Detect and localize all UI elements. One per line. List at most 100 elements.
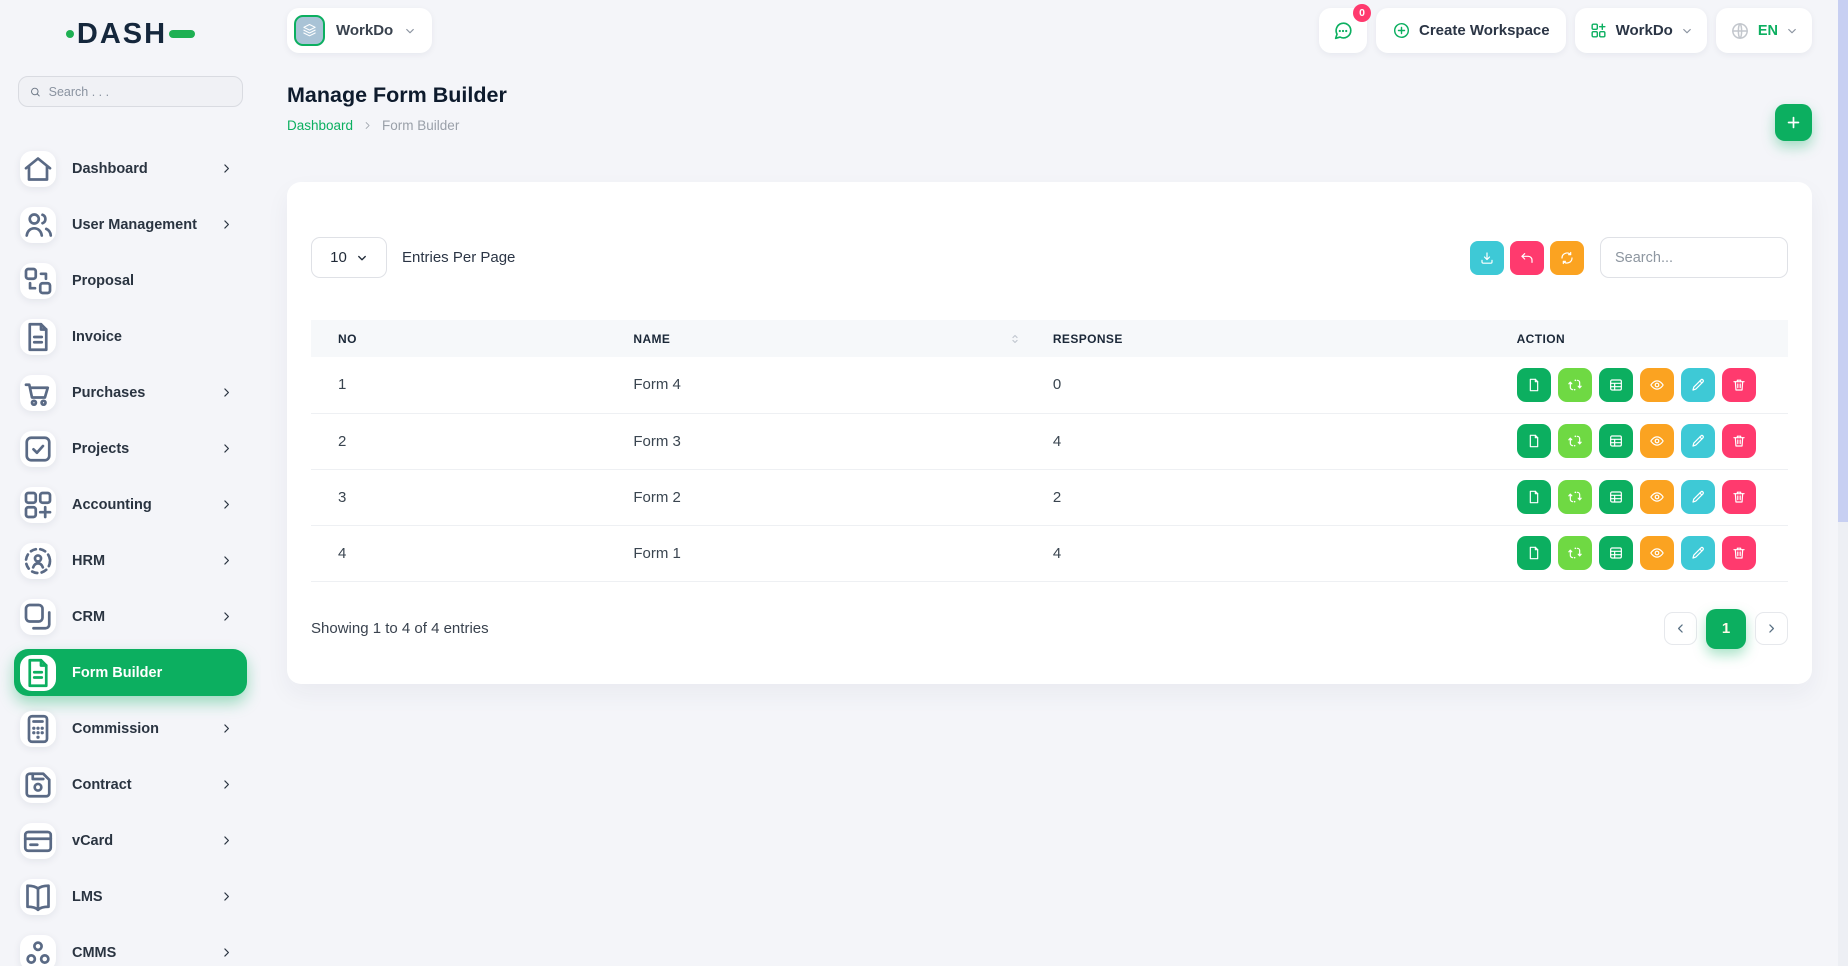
chevron-right-icon [220, 610, 233, 623]
sidebar-menu: Dashboard User Management Proposal Invoice P… [0, 145, 261, 966]
chevron-right-icon [1765, 622, 1778, 635]
convert-button[interactable] [1558, 424, 1592, 458]
chevron-left-icon [1674, 622, 1687, 635]
convert-button[interactable] [1558, 368, 1592, 402]
duplicate-button[interactable] [1517, 480, 1551, 514]
duplicate-button[interactable] [1517, 368, 1551, 402]
export-button[interactable] [1470, 241, 1504, 275]
message-icon [1332, 20, 1354, 42]
cell-name: Form 1 [606, 525, 1025, 581]
sidebar-item-form-builder[interactable]: Form Builder [14, 649, 247, 696]
workspace-selector[interactable]: WorkDo [287, 8, 432, 53]
sidebar-item-label: Accounting [72, 497, 152, 513]
column-header-label: NO [338, 332, 357, 346]
eye-icon [1649, 545, 1665, 561]
preview-button[interactable] [1640, 536, 1674, 570]
language-selector[interactable]: EN [1716, 8, 1812, 53]
cell-actions [1490, 357, 1788, 413]
sidebar-item-proposal[interactable]: Proposal [14, 257, 247, 304]
cell-actions [1490, 469, 1788, 525]
brand-logo: DASH [0, 0, 261, 68]
edit-button[interactable] [1681, 368, 1715, 402]
cmms-icon [20, 935, 56, 966]
edit-button[interactable] [1681, 424, 1715, 458]
edit-button[interactable] [1681, 536, 1715, 570]
add-form-button[interactable] [1775, 104, 1812, 141]
sidebar-search-input[interactable] [49, 85, 232, 99]
sidebar-item-accounting[interactable]: Accounting [14, 481, 247, 528]
app-root: DASH Dashboard User Management Proposal Inv… [0, 0, 1848, 966]
sidebar-item-user-management[interactable]: User Management [14, 201, 247, 248]
sidebar-item-label: Invoice [72, 329, 122, 345]
sidebar-search[interactable] [18, 76, 243, 107]
delete-button[interactable] [1722, 424, 1756, 458]
column-header-label: RESPONSE [1053, 332, 1123, 346]
current-page-button[interactable]: 1 [1706, 609, 1746, 649]
workspace-switcher[interactable]: WorkDo [1575, 8, 1707, 53]
grid-plus-icon [1589, 21, 1608, 40]
breadcrumb-dashboard-link[interactable]: Dashboard [287, 118, 353, 133]
sidebar-item-lms[interactable]: LMS [14, 873, 247, 920]
delete-button[interactable] [1722, 536, 1756, 570]
messages-button[interactable]: 0 [1319, 8, 1367, 53]
sidebar-item-label: Proposal [72, 273, 134, 289]
sidebar-item-label: User Management [72, 217, 197, 233]
next-page-button[interactable] [1755, 612, 1788, 645]
search-icon [29, 85, 42, 99]
create-workspace-button[interactable]: Create Workspace [1376, 8, 1566, 53]
sidebar-item-dashboard[interactable]: Dashboard [14, 145, 247, 192]
duplicate-button[interactable] [1517, 424, 1551, 458]
convert-button[interactable] [1558, 480, 1592, 514]
breadcrumb-current: Form Builder [382, 118, 459, 133]
cell-actions [1490, 525, 1788, 581]
duplicate-button[interactable] [1517, 536, 1551, 570]
table-search-input[interactable] [1600, 237, 1788, 278]
column-header-name[interactable]: NAME [606, 320, 1025, 357]
undo-icon [1519, 250, 1535, 266]
column-header-no: NO [311, 320, 606, 357]
undo-button[interactable] [1510, 241, 1544, 275]
pencil-icon [1690, 489, 1706, 505]
sidebar-item-purchases[interactable]: Purchases [14, 369, 247, 416]
entries-button[interactable] [1599, 480, 1633, 514]
preview-button[interactable] [1640, 368, 1674, 402]
cell-response: 0 [1026, 357, 1490, 413]
page-scrollbar[interactable] [1838, 0, 1848, 966]
previous-page-button[interactable] [1664, 612, 1697, 645]
document-icon [1526, 489, 1542, 505]
table-row: 3Form 22 [311, 469, 1788, 525]
trash-icon [1731, 545, 1747, 561]
convert-button[interactable] [1558, 536, 1592, 570]
sidebar-item-commission[interactable]: Commission [14, 705, 247, 752]
preview-button[interactable] [1640, 424, 1674, 458]
swap-arrows-icon [1567, 489, 1583, 505]
refresh-button[interactable] [1550, 241, 1584, 275]
contract-icon [20, 767, 56, 803]
accounting-icon [20, 487, 56, 523]
eye-icon [1649, 433, 1665, 449]
table-icon [1608, 489, 1624, 505]
scrollbar-thumb[interactable] [1838, 0, 1848, 522]
entries-per-page-select[interactable]: 10 [311, 237, 387, 278]
sidebar-item-hrm[interactable]: HRM [14, 537, 247, 584]
table-body: 1Form 402Form 343Form 224Form 14 [311, 357, 1788, 581]
crm-icon [20, 599, 56, 635]
preview-button[interactable] [1640, 480, 1674, 514]
edit-button[interactable] [1681, 480, 1715, 514]
table-icon [1608, 545, 1624, 561]
pencil-icon [1690, 433, 1706, 449]
sidebar-item-invoice[interactable]: Invoice [14, 313, 247, 360]
entries-button[interactable] [1599, 368, 1633, 402]
language-label: EN [1758, 23, 1778, 39]
sidebar-item-contract[interactable]: Contract [14, 761, 247, 808]
sidebar-item-cmms[interactable]: CMMS [14, 929, 247, 966]
delete-button[interactable] [1722, 480, 1756, 514]
sidebar-item-projects[interactable]: Projects [14, 425, 247, 472]
sidebar-item-vcard[interactable]: vCard [14, 817, 247, 864]
entries-button[interactable] [1599, 536, 1633, 570]
entries-button[interactable] [1599, 424, 1633, 458]
forms-table: NONAMERESPONSEACTION 1Form 402Form 343Fo… [311, 320, 1788, 582]
table-row: 1Form 40 [311, 357, 1788, 413]
sidebar-item-crm[interactable]: CRM [14, 593, 247, 640]
delete-button[interactable] [1722, 368, 1756, 402]
